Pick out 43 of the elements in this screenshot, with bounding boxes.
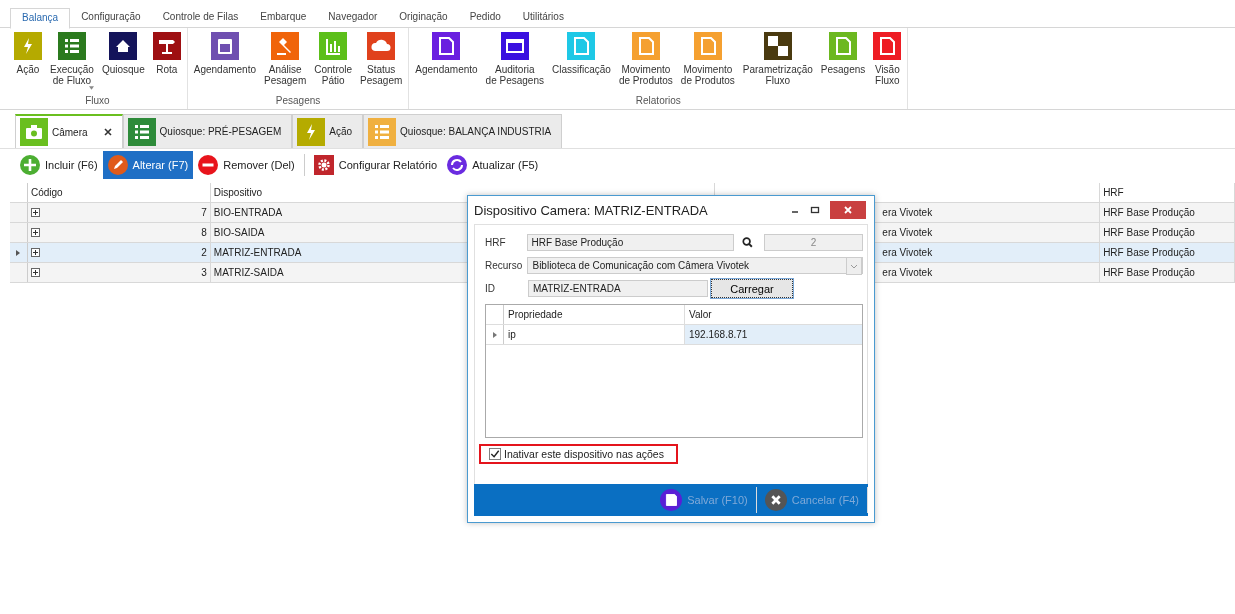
window-title: Dispositivo Camera: MATRIZ-ENTRADA xyxy=(474,202,709,218)
button-label: Agendamento xyxy=(415,64,478,75)
button-label: Quiosque xyxy=(101,64,145,75)
tab-label: Ação xyxy=(329,126,353,137)
table-cell: 8 xyxy=(201,227,207,238)
table-cell: HRF Base Produção xyxy=(1103,227,1195,238)
button-label: Agendamento xyxy=(193,64,256,75)
button-label: Movimento de Produtos xyxy=(618,64,673,86)
table-cell: HRF Base Produção xyxy=(1103,247,1195,258)
table-cell: MATRIZ-ENTRADA xyxy=(213,247,302,258)
button-label: Classificação xyxy=(552,64,611,75)
button-label: Parametrização Fluxo xyxy=(742,64,813,86)
button-label: Pesagens xyxy=(820,64,866,75)
table-cell: HRF Base Produção xyxy=(1103,267,1195,278)
table-cell: 3 xyxy=(201,267,207,278)
table-cell: 2 xyxy=(201,247,207,258)
table-cell: era Vivotek xyxy=(882,267,933,278)
tab-label: Quiosque: PRÉ-PESAGEM xyxy=(159,126,282,137)
button-label: Visão Fluxo xyxy=(874,64,900,86)
table-cell: BIO-SAIDA xyxy=(213,227,265,238)
table-cell: era Vivotek xyxy=(882,207,933,218)
table-cell: MATRIZ-SAIDA xyxy=(213,267,284,278)
table-cell: HRF Base Produção xyxy=(1103,207,1195,218)
group-label: Pesagens xyxy=(274,95,322,108)
button-label: Rota xyxy=(156,64,178,75)
tab-label: Quiosque: BALANÇA INDUSTRIA xyxy=(400,126,552,137)
button-label: Ação xyxy=(16,64,40,75)
button-label: Controle Pátio xyxy=(314,64,353,86)
tab-label: Câmera xyxy=(52,126,88,138)
button-label: Status Pesagem xyxy=(360,64,403,86)
group-label: Relatorios xyxy=(634,95,682,108)
button-label: Execução de Fluxo xyxy=(50,64,94,86)
table-cell: era Vivotek xyxy=(882,227,933,238)
table-cell: BIO-ENTRADA xyxy=(213,207,283,218)
field-label: HRF xyxy=(485,237,507,248)
button-label: Movimento de Produtos xyxy=(680,64,735,86)
button-label: Auditoria de Pesagens xyxy=(485,64,544,86)
field-label: ID xyxy=(485,283,496,294)
table-cell: 7 xyxy=(201,207,207,218)
button-label: Análise Pesagem xyxy=(264,64,307,86)
table-cell: era Vivotek xyxy=(882,247,933,258)
field-label: Recurso xyxy=(485,260,524,271)
group-label: Fluxo xyxy=(84,95,111,108)
